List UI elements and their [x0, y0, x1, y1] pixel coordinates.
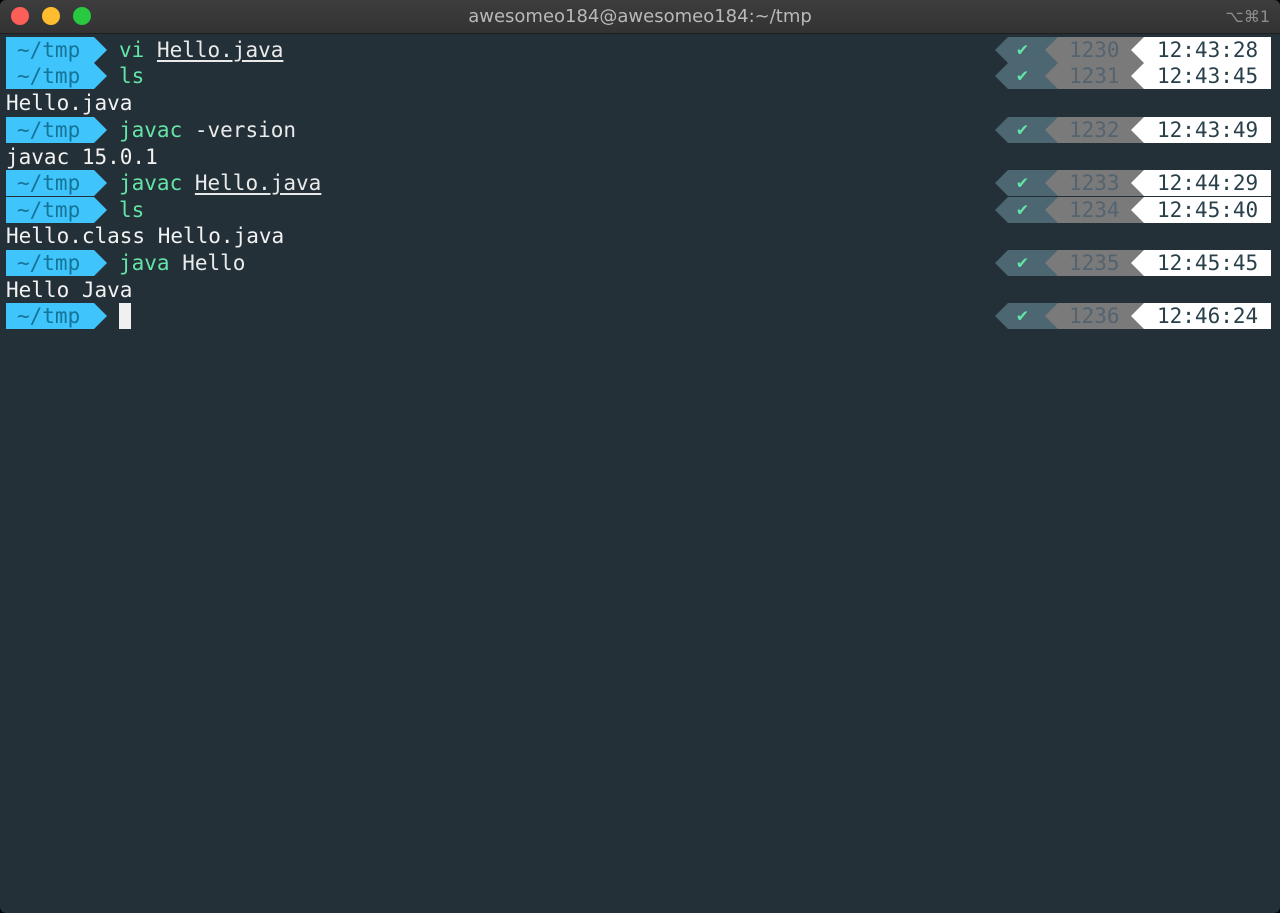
prompt-directory: ~/tmp: [6, 170, 107, 196]
prompt-directory: ~/tmp: [6, 303, 107, 329]
command-text: javac -version: [119, 117, 296, 143]
right-prompt: ✔ 1236 12:46:24: [995, 303, 1271, 329]
prompt-directory: ~/tmp: [6, 197, 107, 223]
command-argument: -version: [194, 118, 297, 142]
history-number: 1231: [1045, 63, 1145, 89]
title-bar: awesomeo184@awesomeo184:~/tmp ⌥⌘1: [0, 0, 1280, 34]
command-name: java: [119, 251, 170, 275]
history-number: 1234: [1045, 197, 1145, 223]
command-output: Hello.class Hello.java: [6, 224, 285, 248]
command-output: Hello Java: [6, 278, 133, 302]
right-prompt: ✔ 1231 12:43:45: [995, 63, 1271, 89]
history-number: 1235: [1045, 250, 1145, 276]
right-prompt: ✔ 1232 12:43:49: [995, 117, 1271, 143]
right-prompt: ✔ 1233 12:44:29: [995, 170, 1271, 196]
history-number: 1236: [1045, 303, 1145, 329]
command-name: vi: [119, 38, 145, 62]
command-text: ls: [119, 197, 144, 223]
history-number: 1232: [1045, 117, 1145, 143]
right-prompt: ✔ 1235 12:45:45: [995, 250, 1271, 276]
command-line: ~/tmp vi Hello.java ✔ 1230 12:43:28: [0, 37, 1280, 63]
prompt-directory: ~/tmp: [6, 63, 107, 89]
prompt-directory: ~/tmp: [6, 250, 107, 276]
timestamp: 12:44:29: [1131, 170, 1271, 196]
timestamp: 12:43:28: [1131, 37, 1271, 63]
command-name: ls: [119, 64, 145, 88]
right-prompt: ✔ 1234 12:45:40: [995, 197, 1271, 223]
command-text: vi Hello.java: [119, 37, 283, 63]
command-text: java Hello: [119, 250, 245, 276]
timestamp: 12:45:40: [1131, 197, 1271, 223]
timestamp: 12:45:45: [1131, 250, 1271, 276]
command-line: ~/tmp ls ✔ 1234 12:45:40: [0, 197, 1280, 223]
command-argument: Hello: [182, 251, 246, 275]
output-line: Hello Java: [0, 277, 1280, 303]
output-line: Hello.java: [0, 90, 1280, 116]
window-title: awesomeo184@awesomeo184:~/tmp: [468, 6, 812, 27]
command-line: ~/tmp java Hello ✔ 1235 12:45:45: [0, 250, 1280, 276]
command-text: javac Hello.java: [119, 170, 321, 196]
command-output: Hello.java: [6, 91, 133, 115]
timestamp: 12:46:24: [1131, 303, 1271, 329]
history-number: 1230: [1045, 37, 1145, 63]
command-argument: Hello.java: [156, 38, 284, 62]
command-line: ~/tmp javac -version ✔ 1232 12:43:49: [0, 117, 1280, 143]
command-argument: Hello.java: [194, 171, 322, 195]
command-text: ls: [119, 63, 144, 89]
command-name: javac: [119, 171, 183, 195]
command-line: ~/tmp javac Hello.java ✔ 1233 12:44:29: [0, 170, 1280, 196]
current-prompt-line[interactable]: ~/tmp ✔ 1236 12:46:24: [0, 303, 1280, 329]
timestamp: 12:43:45: [1131, 63, 1271, 89]
history-number: 1233: [1045, 170, 1145, 196]
prompt-directory: ~/tmp: [6, 117, 107, 143]
terminal-content[interactable]: ~/tmp vi Hello.java ✔ 1230 12:43:28 ~/tm…: [0, 37, 1280, 913]
command-output: javac 15.0.1: [6, 145, 158, 169]
output-line: Hello.class Hello.java: [0, 223, 1280, 249]
tab-shortcut-label: ⌥⌘1: [1225, 7, 1270, 26]
command-line: ~/tmp ls ✔ 1231 12:43:45: [0, 63, 1280, 89]
output-line: javac 15.0.1: [0, 144, 1280, 170]
right-prompt: ✔ 1230 12:43:28: [995, 37, 1271, 63]
command-name: javac: [119, 118, 183, 142]
timestamp: 12:43:49: [1131, 117, 1271, 143]
command-name: ls: [119, 198, 145, 222]
terminal-window: awesomeo184@awesomeo184:~/tmp ⌥⌘1 ~/tmp …: [0, 0, 1280, 913]
prompt-directory: ~/tmp: [6, 37, 107, 63]
text-cursor[interactable]: [119, 303, 131, 329]
